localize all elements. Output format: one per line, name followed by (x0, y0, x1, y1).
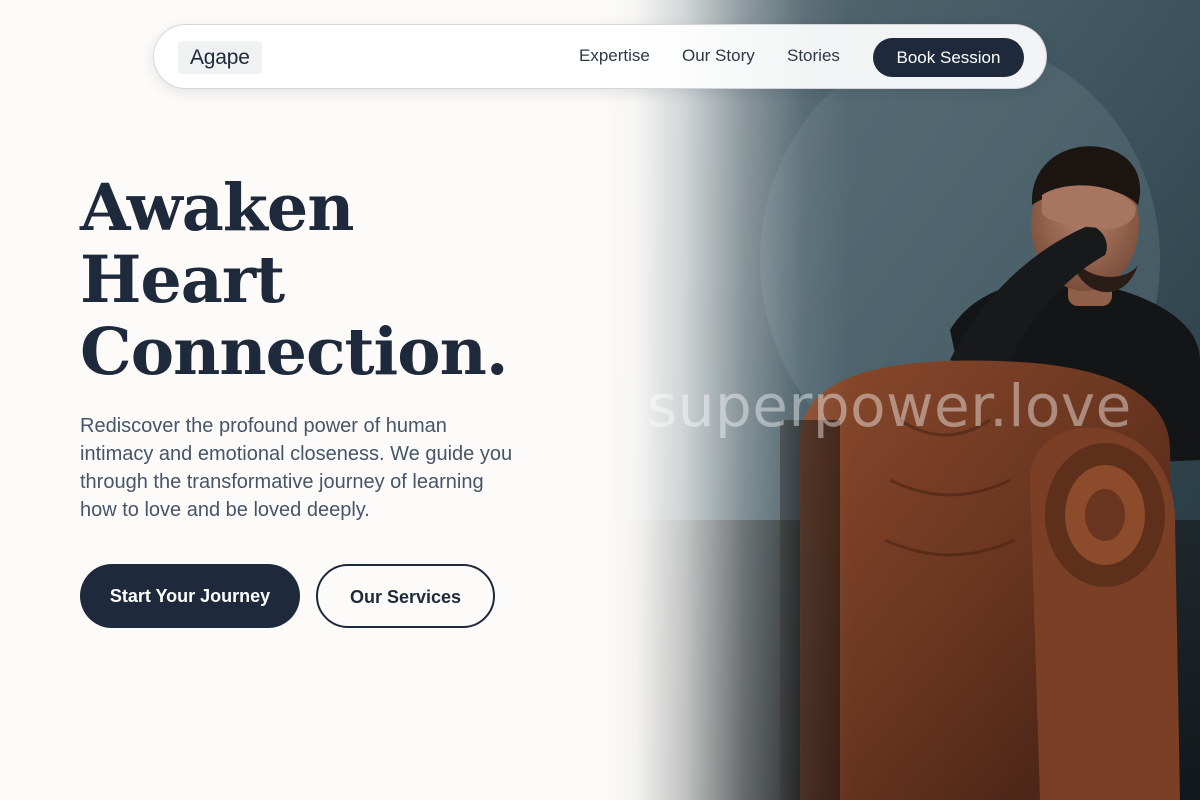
start-journey-button[interactable]: Start Your Journey (80, 564, 300, 628)
landing-page: superpower.love Agape Expertise Our Stor… (0, 0, 1200, 800)
our-services-button[interactable]: Our Services (316, 564, 495, 628)
hero-photo: superpower.love (600, 0, 1200, 800)
nav-link-our-story[interactable]: Our Story (682, 46, 755, 66)
watermark-text: superpower.love (647, 372, 1132, 440)
hero-description: Rediscover the profound power of human i… (80, 415, 513, 521)
book-session-button[interactable]: Book Session (873, 38, 1024, 77)
headline-line-1: Awaken (80, 170, 355, 246)
logo[interactable]: Agape (178, 41, 262, 74)
navbar: Agape Expertise Our Story Stories Book S… (153, 24, 1047, 89)
headline-line-2: Heart (80, 242, 285, 318)
nav-link-expertise[interactable]: Expertise (579, 46, 650, 66)
headline-line-3: Connection. (80, 314, 508, 390)
nav-link-stories[interactable]: Stories (787, 46, 840, 66)
hero-headline: Awaken Heart Connection. (80, 172, 508, 388)
